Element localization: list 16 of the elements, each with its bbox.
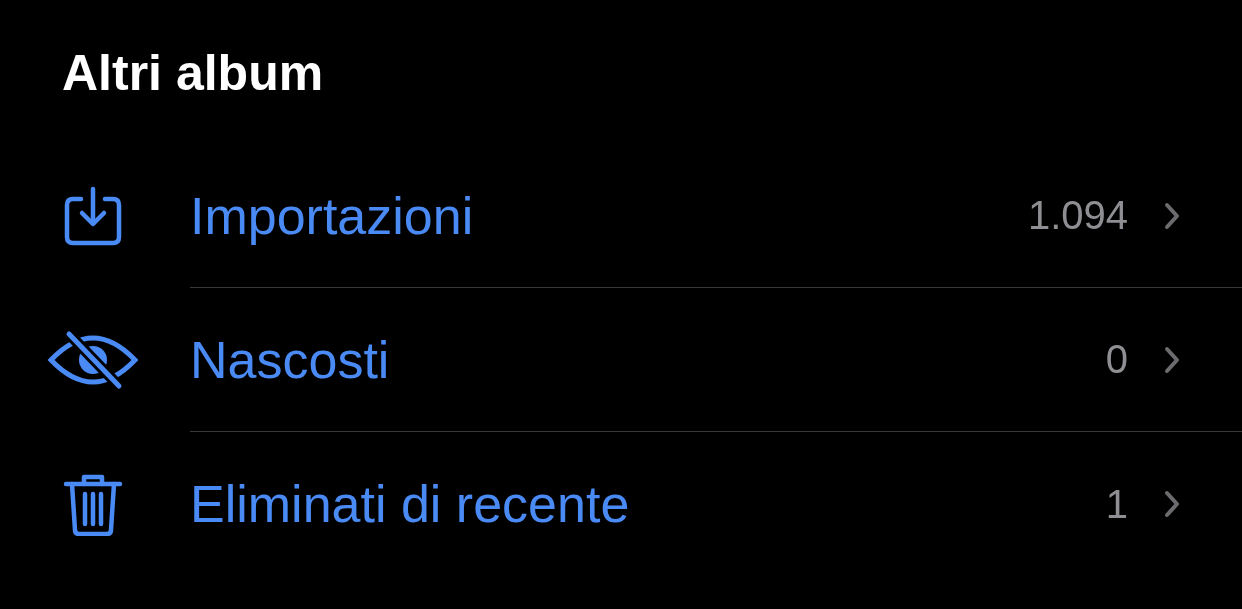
chevron-right-icon xyxy=(1164,201,1180,230)
album-row[interactable]: Importazioni 1.094 xyxy=(0,144,1242,288)
item-count: 1.094 xyxy=(1027,193,1128,238)
download-tray-icon xyxy=(63,185,123,247)
item-count: 0 xyxy=(1105,337,1128,382)
trash-icon xyxy=(63,472,123,536)
album-name: Nascosti xyxy=(190,329,391,390)
album-name: Eliminati di recente xyxy=(190,474,631,534)
item-count: 1 xyxy=(1105,481,1128,527)
album-row[interactable]: Eliminati di recente 1 xyxy=(0,432,1242,576)
album-name: Importazioni xyxy=(190,185,475,246)
eye-slash-icon xyxy=(47,330,139,390)
section-title: Altri album xyxy=(62,44,325,103)
album-row[interactable]: Nascosti 0 xyxy=(0,288,1242,432)
chevron-right-icon xyxy=(1164,345,1180,374)
chevron-right-icon xyxy=(1164,490,1180,518)
